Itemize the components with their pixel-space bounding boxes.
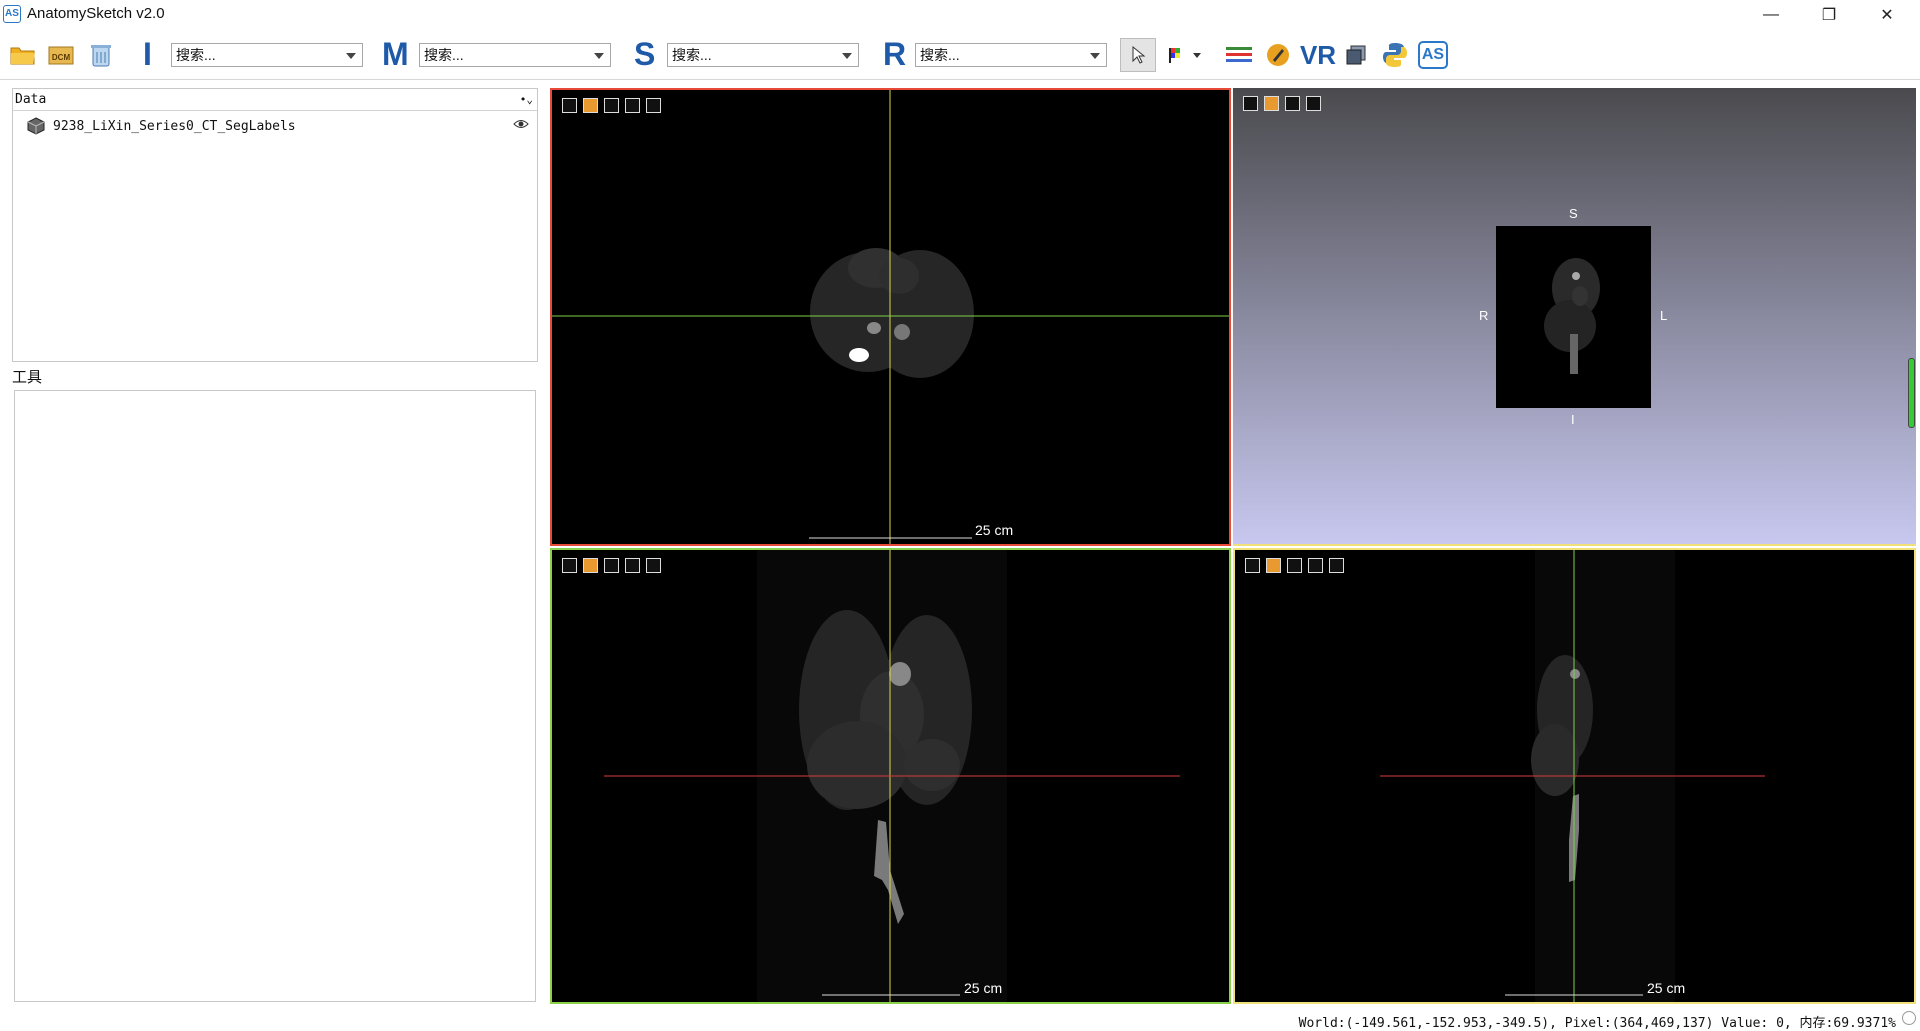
- sagittal-image: [1380, 550, 1765, 1002]
- open-folder-icon[interactable]: [8, 40, 38, 70]
- colormap-icon[interactable]: [1166, 40, 1206, 70]
- tools-panel: [14, 390, 536, 1002]
- sagittal-view[interactable]: 25 cm: [1233, 548, 1916, 1004]
- volume-cube-icon: [27, 117, 45, 135]
- registration-search-input[interactable]: 搜索...: [915, 43, 1107, 67]
- orientation-right: R: [1479, 308, 1489, 323]
- orientation-superior: S: [1569, 206, 1578, 221]
- view-toolbar: [1243, 96, 1321, 111]
- pointer-icon[interactable]: [1120, 38, 1156, 72]
- app-logo-icon: AS: [3, 5, 21, 23]
- close-button[interactable]: ✕: [1858, 0, 1916, 30]
- layout-icon[interactable]: [1243, 96, 1258, 111]
- panel-menu-icon[interactable]: •⌄: [520, 89, 533, 111]
- status-indicator-icon: [1902, 1011, 1916, 1025]
- chevron-down-icon[interactable]: [594, 53, 604, 59]
- chevron-down-icon[interactable]: [1090, 53, 1100, 59]
- layers-icon[interactable]: [1224, 40, 1254, 70]
- data-item-label: 9238_LiXin_Series0_CT_SegLabels: [53, 118, 296, 134]
- coronal-image: [604, 550, 1180, 1002]
- image-module-icon[interactable]: I: [143, 36, 152, 72]
- image-search-input[interactable]: 搜索...: [171, 43, 363, 67]
- volume-scrollbar[interactable]: [1908, 358, 1915, 428]
- scale-bar-label: 25 cm: [964, 980, 1003, 996]
- axial-image: [552, 90, 1229, 544]
- python-icon[interactable]: [1380, 40, 1410, 70]
- data-panel-header: Data •⌄: [13, 89, 537, 111]
- data-panel-title: Data: [15, 92, 47, 107]
- list-item[interactable]: 9238_LiXin_Series0_CT_SegLabels: [27, 117, 296, 135]
- mesh-module-icon[interactable]: M: [382, 36, 409, 72]
- vr-icon[interactable]: VR: [1300, 40, 1336, 70]
- svg-text:DCM: DCM: [52, 53, 71, 62]
- screenshot-icon[interactable]: [1306, 96, 1321, 111]
- segmentation-search-input[interactable]: 搜索...: [667, 43, 859, 67]
- recycle-bin-icon[interactable]: [86, 40, 116, 70]
- chevron-down-icon[interactable]: [346, 53, 356, 59]
- title-bar: AS AnatomySketch v2.0 — ❐ ✕: [0, 0, 1920, 30]
- reset-view-icon[interactable]: [1285, 96, 1300, 111]
- scale-bar-label: 25 cm: [1647, 980, 1686, 996]
- coronal-view[interactable]: 25 cm: [550, 548, 1231, 1004]
- tools-panel-title: 工具: [12, 369, 43, 386]
- brush-icon[interactable]: [1263, 40, 1293, 70]
- as-logo-icon[interactable]: AS: [1418, 41, 1448, 69]
- volume-render-image: [1544, 258, 1600, 374]
- mesh-search-input[interactable]: 搜索...: [419, 43, 611, 67]
- orientation-left: L: [1660, 308, 1668, 323]
- minimize-button[interactable]: —: [1742, 0, 1800, 30]
- segmentation-module-icon[interactable]: S: [634, 36, 655, 72]
- scale-bar-label: 25 cm: [975, 522, 1014, 538]
- status-bar: World:(-149.561,-152.953,-349.5), Pixel:…: [0, 1008, 1920, 1031]
- volume-render: [1496, 226, 1651, 408]
- stack-icon[interactable]: [1341, 40, 1371, 70]
- data-panel: Data •⌄ 9238_LiXin_Series0_CT_SegLabels: [12, 88, 538, 362]
- volume-view[interactable]: S I R L: [1233, 88, 1916, 546]
- window-title: AnatomySketch v2.0: [27, 5, 165, 22]
- maximize-view-icon[interactable]: [1264, 96, 1279, 111]
- maximize-button[interactable]: ❐: [1800, 0, 1858, 30]
- status-text: World:(-149.561,-152.953,-349.5), Pixel:…: [1298, 1016, 1896, 1031]
- dicom-icon[interactable]: DCM: [46, 40, 76, 70]
- axial-view[interactable]: 25 cm: [550, 88, 1231, 546]
- registration-module-icon[interactable]: R: [883, 36, 906, 72]
- chevron-down-icon[interactable]: [842, 53, 852, 59]
- eye-icon[interactable]: [513, 117, 529, 133]
- orientation-inferior: I: [1571, 412, 1575, 427]
